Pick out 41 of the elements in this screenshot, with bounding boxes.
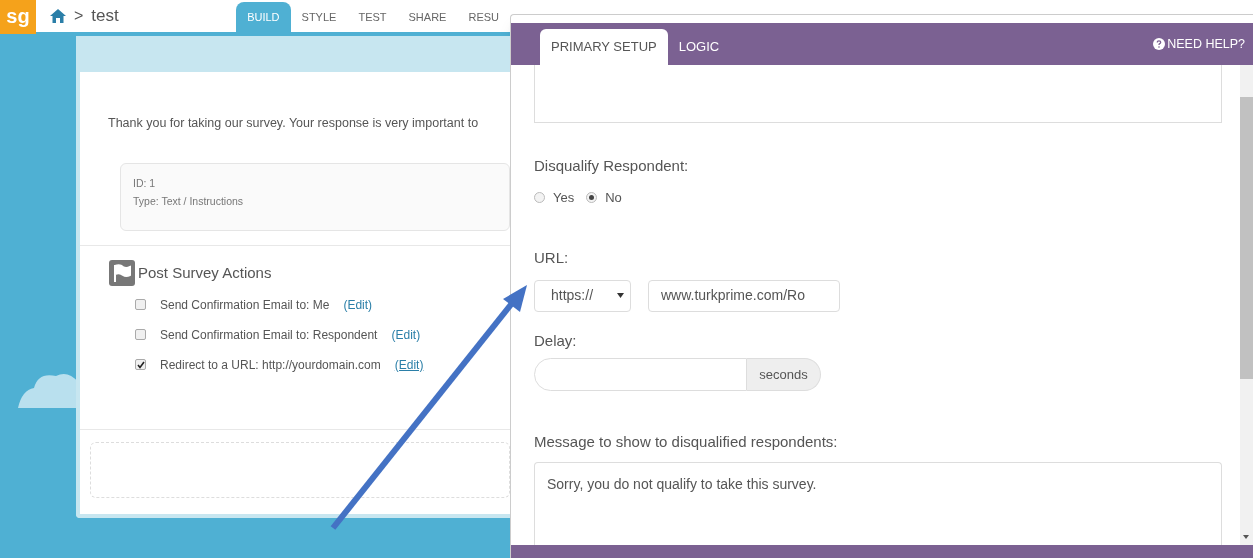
field-label: Message to show to disqualified respondents: xyxy=(534,432,839,452)
question-type: Type: Text / Instructions xyxy=(133,193,245,209)
checkbox[interactable] xyxy=(135,359,146,371)
intro-text: Thank you for taking our survey. Your response is very important to xyxy=(108,115,480,132)
protocol-select[interactable]: https:// xyxy=(534,279,631,312)
question-id: ID: 1 xyxy=(133,175,157,191)
nav-tab[interactable]: STYLE xyxy=(290,2,348,32)
scroll-down-icon[interactable] xyxy=(1243,535,1249,539)
help-link[interactable]: NEED HELP? xyxy=(1153,34,1245,54)
checkbox[interactable] xyxy=(135,329,146,341)
radio-button[interactable] xyxy=(534,191,545,203)
scroll-thumb[interactable] xyxy=(1240,97,1253,379)
modal-tab[interactable]: LOGIC xyxy=(667,29,731,65)
modal-tab[interactable]: PRIMARY SETUP xyxy=(540,29,668,65)
field-label: Delay: xyxy=(534,330,578,351)
edit-link[interactable]: (Edit) xyxy=(343,295,373,314)
help-icon xyxy=(1153,38,1166,50)
nav-tab[interactable]: SHARE xyxy=(397,2,458,32)
home-icon[interactable] xyxy=(50,9,66,23)
radio-label: No xyxy=(605,188,622,207)
text-area[interactable] xyxy=(534,65,1222,123)
breadcrumb-separator: > xyxy=(74,6,84,26)
nav-tab[interactable]: RESU xyxy=(457,2,510,32)
action-label: Send Confirmation Email to: Respondent xyxy=(160,326,378,344)
edit-link[interactable]: (Edit) xyxy=(394,355,424,374)
field-label: URL: xyxy=(534,248,570,268)
flag-icon xyxy=(109,259,135,286)
action-label: Redirect to a URL: http://yourdomain.com xyxy=(160,356,381,374)
scrollbar[interactable] xyxy=(1240,65,1253,545)
radio-label: Yes xyxy=(553,188,575,207)
project-name[interactable]: test xyxy=(91,3,119,29)
edit-link[interactable]: (Edit) xyxy=(391,325,421,344)
section-title: Post Survey Actions xyxy=(138,262,272,283)
radio-button[interactable] xyxy=(586,191,598,203)
caret-icon xyxy=(617,293,624,298)
action-label: Send Confirmation Email to: Me xyxy=(160,296,330,314)
nav-tab[interactable]: TEST xyxy=(347,2,398,32)
checkbox[interactable] xyxy=(135,299,146,311)
field-label: Disqualify Respondent: xyxy=(534,156,690,176)
input-addon: seconds xyxy=(747,358,821,391)
url-field[interactable]: www.turkprime.com/Ro xyxy=(648,279,840,312)
